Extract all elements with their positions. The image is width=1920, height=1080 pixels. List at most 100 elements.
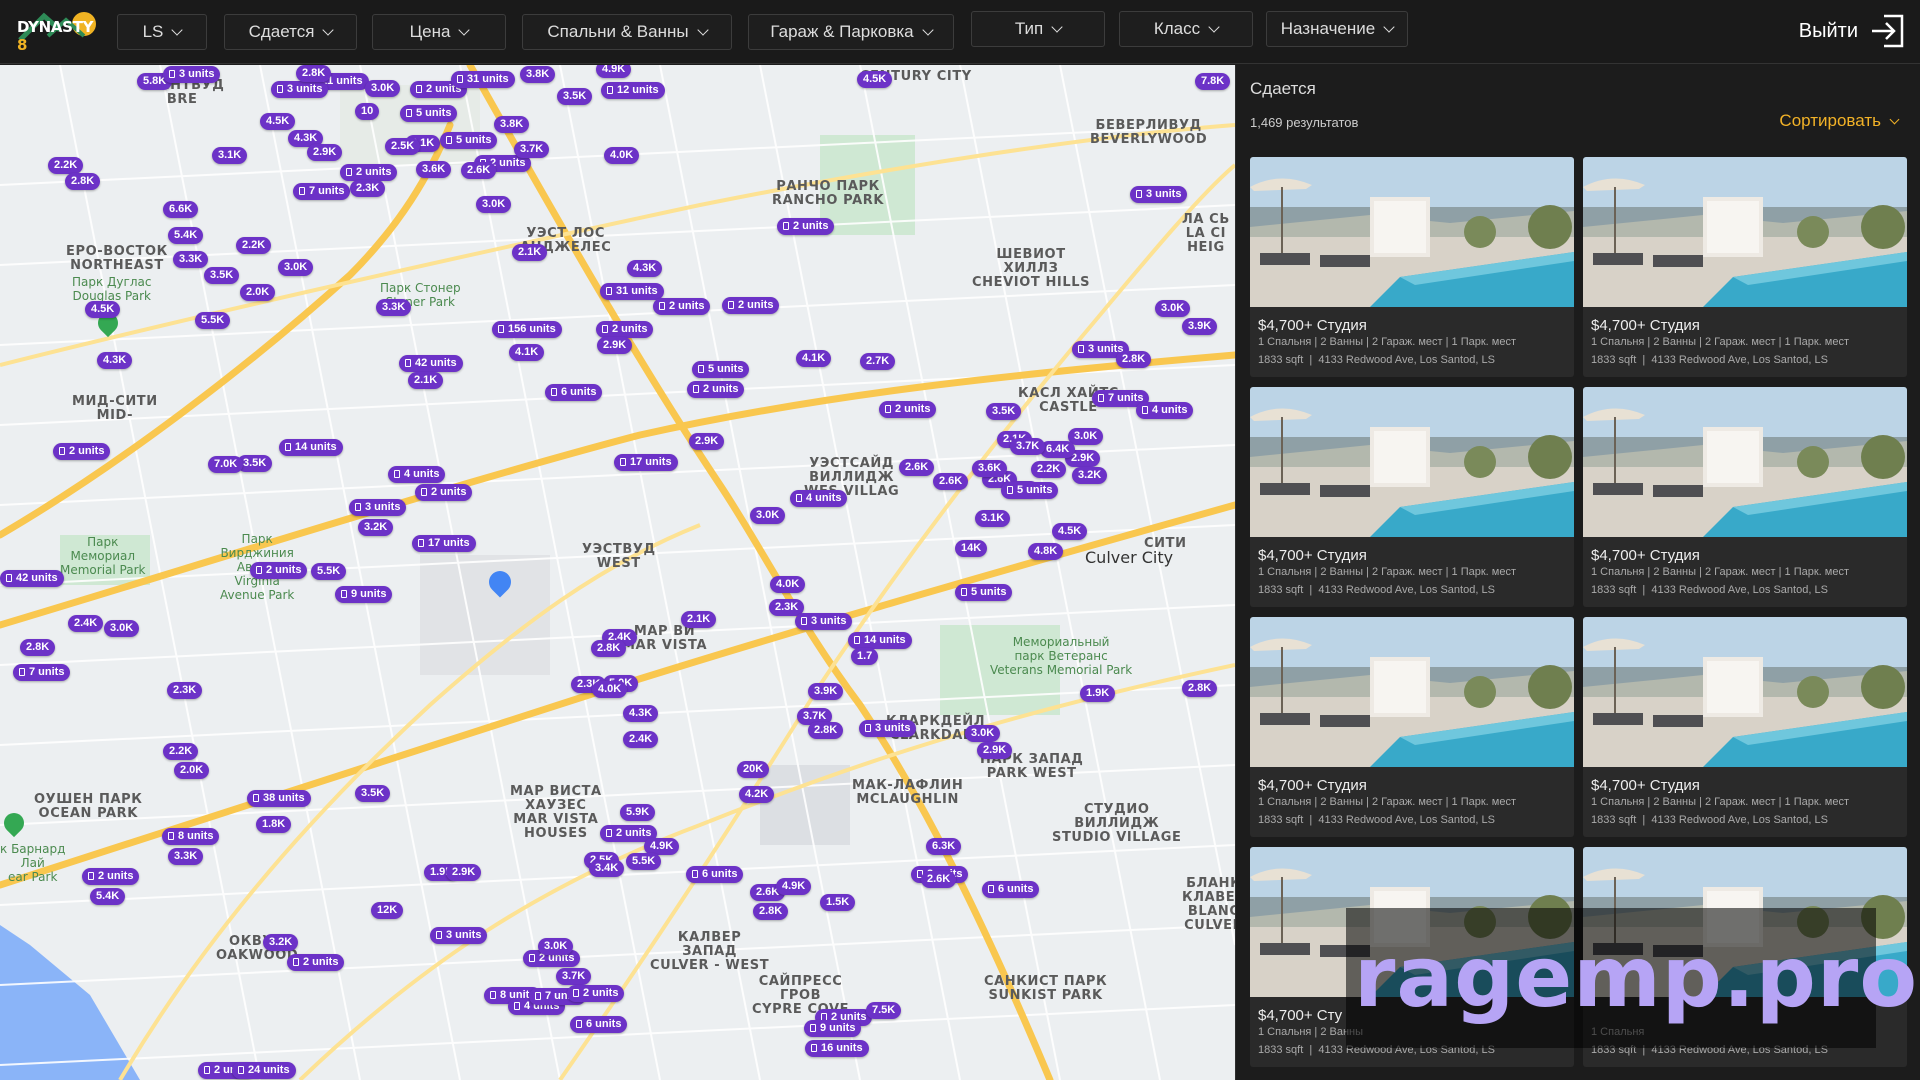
listing-pin[interactable]: 2.9K xyxy=(597,337,633,354)
listing-pin[interactable]: 4.0K xyxy=(592,681,628,698)
listing-pin[interactable]: 12K xyxy=(371,902,404,919)
listing-pin[interactable]: 3.1K xyxy=(212,147,248,164)
listing-pin[interactable]: 2 units xyxy=(596,321,654,338)
listing-pin[interactable]: 3.3K xyxy=(168,848,204,865)
listing-pin[interactable]: 2 units xyxy=(250,562,308,579)
listing-pin[interactable]: 9 units xyxy=(335,586,393,603)
listing-pin[interactable]: 17 units xyxy=(412,535,476,552)
listing-pin[interactable]: 4 units xyxy=(1136,402,1194,419)
listing-pin[interactable]: 3.0K xyxy=(104,620,140,637)
listing-pin[interactable]: 2 units xyxy=(415,484,473,501)
listing-pin[interactable]: 4.0K xyxy=(770,576,806,593)
listing-pin[interactable]: 3 units xyxy=(859,720,917,737)
listing-pin[interactable]: 6.3K xyxy=(926,838,962,855)
listing-pin[interactable]: 6 units xyxy=(686,866,744,883)
listing-pin[interactable]: 2 units xyxy=(722,297,780,314)
listing-pin[interactable]: 2 units xyxy=(53,443,111,460)
listing-pin[interactable]: 3.0K xyxy=(1155,300,1191,317)
listing-pin[interactable]: 2.8K xyxy=(20,639,56,656)
listing-pin[interactable]: 14K xyxy=(955,540,988,557)
listing-pin[interactable]: 2 units xyxy=(653,298,711,315)
listing-pin[interactable]: 5.4K xyxy=(168,227,204,244)
filter-region[interactable]: LS xyxy=(117,14,207,50)
listing-pin[interactable]: 3.1K xyxy=(975,510,1011,527)
listing-pin[interactable]: 3.2K xyxy=(1072,467,1108,484)
filter-type[interactable]: Тип xyxy=(971,11,1105,47)
listing-pin[interactable]: 5 units xyxy=(400,105,458,122)
listing-pin[interactable]: 7.8K xyxy=(1195,73,1231,90)
listing-pin[interactable]: 2.2K xyxy=(1031,461,1067,478)
listing-pin[interactable]: 2.8K xyxy=(296,65,332,82)
listing-pin[interactable]: 5.9K xyxy=(620,804,656,821)
filter-price[interactable]: Цена xyxy=(372,14,506,50)
dynasty8-logo[interactable]: DYNASTY 8 xyxy=(14,8,102,56)
listing-pin[interactable]: 2.1K xyxy=(681,611,717,628)
listing-pin[interactable]: 2.2K xyxy=(48,157,84,174)
listing-pin[interactable]: 3.5K xyxy=(557,88,593,105)
listing-card[interactable]: $4,700+ Студия 1 Спальня | 2 Ванны | 2 Га… xyxy=(1583,157,1907,377)
listing-pin[interactable]: 156 units xyxy=(492,321,562,338)
listing-pin[interactable]: 2 units xyxy=(82,868,140,885)
listing-pin[interactable]: 2.2K xyxy=(163,743,199,760)
listing-pin[interactable]: 7 units xyxy=(13,664,71,681)
listing-pin[interactable]: 6 units xyxy=(570,1016,628,1033)
listing-pin[interactable]: 4 units xyxy=(388,466,446,483)
listing-pin[interactable]: 14 units xyxy=(279,439,343,456)
listing-pin[interactable]: 2.3K xyxy=(350,180,386,197)
listing-pin[interactable]: 2.3K xyxy=(167,682,203,699)
listing-pin[interactable]: 5 units xyxy=(440,132,498,149)
listing-pin[interactable]: 5.5K xyxy=(311,563,347,580)
listing-pin[interactable]: 3 units xyxy=(430,927,488,944)
listing-pin[interactable]: 4.0K xyxy=(604,147,640,164)
listing-pin[interactable]: 2.4K xyxy=(68,615,104,632)
listing-pin[interactable]: 3.6K xyxy=(416,161,452,178)
listing-pin[interactable]: 3 units xyxy=(349,499,407,516)
listing-pin[interactable]: 3.2K xyxy=(358,519,394,536)
listing-pin[interactable]: 31 units xyxy=(451,71,515,88)
listing-pin[interactable]: 2.6K xyxy=(899,459,935,476)
listing-pin[interactable]: 3.0K xyxy=(278,259,314,276)
listing-pin[interactable]: 2.1K xyxy=(512,244,548,261)
listing-pin[interactable]: 10 xyxy=(355,103,380,120)
listing-pin[interactable]: 3.9K xyxy=(808,683,844,700)
listing-pin[interactable]: 3.5K xyxy=(986,403,1022,420)
listing-pin[interactable]: 2.9K xyxy=(689,433,725,450)
listing-card[interactable]: $4,700+ Студия 1 Спальня | 2 Ванны | 2 Га… xyxy=(1250,387,1574,607)
listing-pin[interactable]: 14 units xyxy=(848,632,912,649)
listing-pin[interactable]: 2 units xyxy=(687,381,745,398)
listing-pin[interactable]: 2.0K xyxy=(174,762,210,779)
listing-pin[interactable]: 3.7K xyxy=(514,141,550,158)
listing-pin[interactable]: 42 units xyxy=(399,355,463,372)
listing-pin[interactable]: 3.0K xyxy=(538,938,574,955)
listing-pin[interactable]: 2.8K xyxy=(65,173,101,190)
listing-pin[interactable]: 3.5K xyxy=(355,785,391,802)
listing-pin[interactable]: 5 units xyxy=(1001,482,1059,499)
listing-pin[interactable]: 2.7K xyxy=(860,353,896,370)
listing-pin[interactable]: 24 units xyxy=(232,1062,296,1079)
listing-pin[interactable]: 3.0K xyxy=(476,196,512,213)
listing-card[interactable]: $4,700+ Студия 1 Спальня | 2 Ванны | 2 Га… xyxy=(1583,617,1907,837)
logout-button[interactable]: Выйти xyxy=(1799,12,1906,50)
listing-pin[interactable]: 2 units xyxy=(340,164,398,181)
listing-pin[interactable]: 1.8K xyxy=(256,816,292,833)
listing-pin[interactable]: 3.3K xyxy=(376,299,412,316)
listing-pin[interactable]: 1.9K xyxy=(1080,685,1116,702)
listing-pin[interactable]: 2 units xyxy=(879,401,937,418)
map-view[interactable]: БРЕНТВУД BRE CENTURY CITY БЕВЕРЛИВУД BEV… xyxy=(0,65,1235,1080)
listing-pin[interactable]: 3.8K xyxy=(520,66,556,83)
listing-pin[interactable]: 2 units xyxy=(777,218,835,235)
listing-pin[interactable]: 2 units xyxy=(567,985,625,1002)
listing-pin[interactable]: 7 units xyxy=(293,183,351,200)
listing-pin[interactable]: 5.5K xyxy=(626,853,662,870)
listing-card[interactable]: $4,700+ Студия 1 Спальня | 2 Ванны | 2 Га… xyxy=(1583,387,1907,607)
listing-pin[interactable]: 2.8K xyxy=(1182,680,1218,697)
listing-pin[interactable]: 4.9K xyxy=(776,878,812,895)
listing-pin[interactable]: 5.5K xyxy=(195,312,231,329)
listing-pin[interactable]: 4.3K xyxy=(623,705,659,722)
listing-pin[interactable]: 2.8K xyxy=(753,903,789,920)
listing-pin[interactable]: 4.9K xyxy=(596,65,632,78)
listing-pin[interactable]: 3 units xyxy=(795,613,853,630)
listing-pin[interactable]: 5 units xyxy=(955,584,1013,601)
listing-pin[interactable]: 2.1K xyxy=(408,372,444,389)
listing-pin[interactable]: 2.8K xyxy=(591,640,627,657)
